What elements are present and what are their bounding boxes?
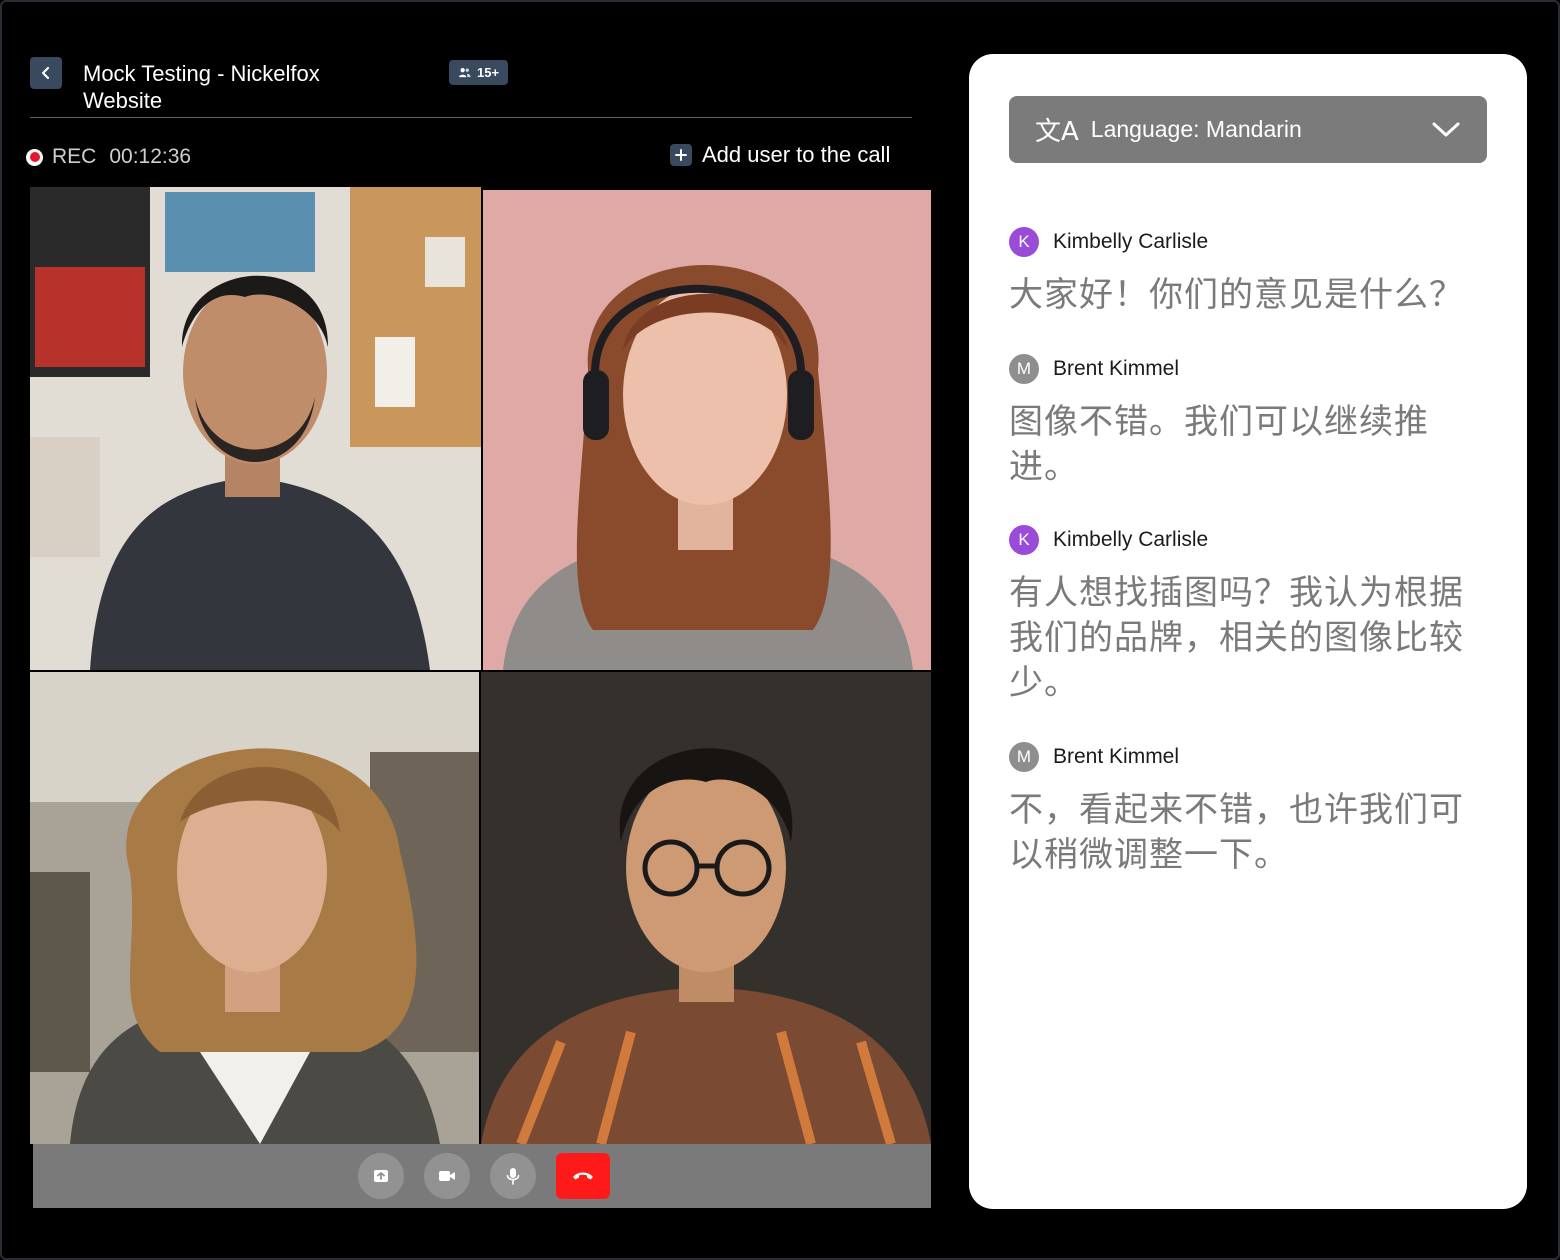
call-controls-bar xyxy=(33,1144,931,1208)
record-dot-icon xyxy=(26,148,43,166)
message-text: 不，看起来不错，也许我们可以稍微调整一下。 xyxy=(1009,790,1464,875)
participants-badge[interactable]: 15+ xyxy=(449,60,509,85)
add-user-label: Add user to the call xyxy=(702,142,891,167)
message-text: 图像不错。我们可以继续推进。 xyxy=(1009,402,1429,487)
sender-name: Kimbelly Carlisle xyxy=(1053,528,1209,551)
add-user-button[interactable]: Add user to the call xyxy=(670,142,890,168)
participant-video xyxy=(481,672,931,1144)
participant-video xyxy=(30,672,479,1144)
avatar: M xyxy=(1009,354,1039,384)
language-label: Language: Mandarin xyxy=(1090,116,1302,142)
video-tile-participant-3[interactable] xyxy=(30,672,479,1144)
participant-video xyxy=(483,190,931,670)
phone-hangup-icon xyxy=(573,1172,593,1180)
sender-name: Kimbelly Carlisle xyxy=(1053,230,1209,253)
participant-video xyxy=(30,187,481,670)
message-text: 大家好！你们的意见是什么？ xyxy=(1009,275,1464,315)
chevron-down-icon xyxy=(1432,122,1460,136)
avatar: K xyxy=(1009,525,1039,555)
share-screen-button[interactable] xyxy=(358,1153,404,1199)
video-icon xyxy=(439,1171,455,1181)
mic-icon xyxy=(506,1168,520,1185)
avatar: K xyxy=(1009,227,1039,257)
header-divider xyxy=(30,117,912,118)
transcript-panel: 文A Language: Mandarin K Kimbelly Carlisl… xyxy=(969,54,1527,1209)
transcript-message: K Kimbelly Carlisle 有人想找插图吗？我认为根据我们的品牌，相… xyxy=(1009,525,1489,706)
transcript-message: M Brent Kimmel 不，看起来不错，也许我们可以稍微调整一下。 xyxy=(1009,742,1489,878)
translate-icon: 文A xyxy=(1035,117,1079,147)
transcript-message: M Brent Kimmel 图像不错。我们可以继续推进。 xyxy=(1009,354,1489,490)
sender-name: Brent Kimmel xyxy=(1053,745,1180,768)
upload-icon xyxy=(374,1170,388,1182)
back-button[interactable] xyxy=(30,57,62,89)
chevron-left-icon xyxy=(41,66,50,80)
rec-label: REC xyxy=(52,145,97,168)
rec-time: 00:12:36 xyxy=(109,145,192,168)
participants-count: 15+ xyxy=(477,65,500,80)
video-toggle-button[interactable] xyxy=(424,1153,470,1199)
users-icon xyxy=(458,68,471,78)
end-call-button[interactable] xyxy=(556,1153,610,1199)
transcript-message: K Kimbelly Carlisle 大家好！你们的意见是什么？ xyxy=(1009,227,1489,318)
video-tile-participant-2[interactable] xyxy=(483,190,931,670)
meeting-title: Mock Testing - Nickelfox Website xyxy=(83,61,320,113)
sender-name: Brent Kimmel xyxy=(1053,357,1180,380)
plus-icon xyxy=(670,144,692,166)
avatar: M xyxy=(1009,742,1039,772)
recording-indicator: REC 00:12:36 xyxy=(26,145,191,169)
video-tile-participant-1[interactable] xyxy=(30,187,481,670)
message-text: 有人想找插图吗？我认为根据我们的品牌，相关的图像比较少。 xyxy=(1009,573,1464,703)
mic-toggle-button[interactable] xyxy=(490,1153,536,1199)
language-select[interactable]: 文A Language: Mandarin xyxy=(1009,96,1487,163)
video-tile-participant-4[interactable] xyxy=(481,672,931,1144)
